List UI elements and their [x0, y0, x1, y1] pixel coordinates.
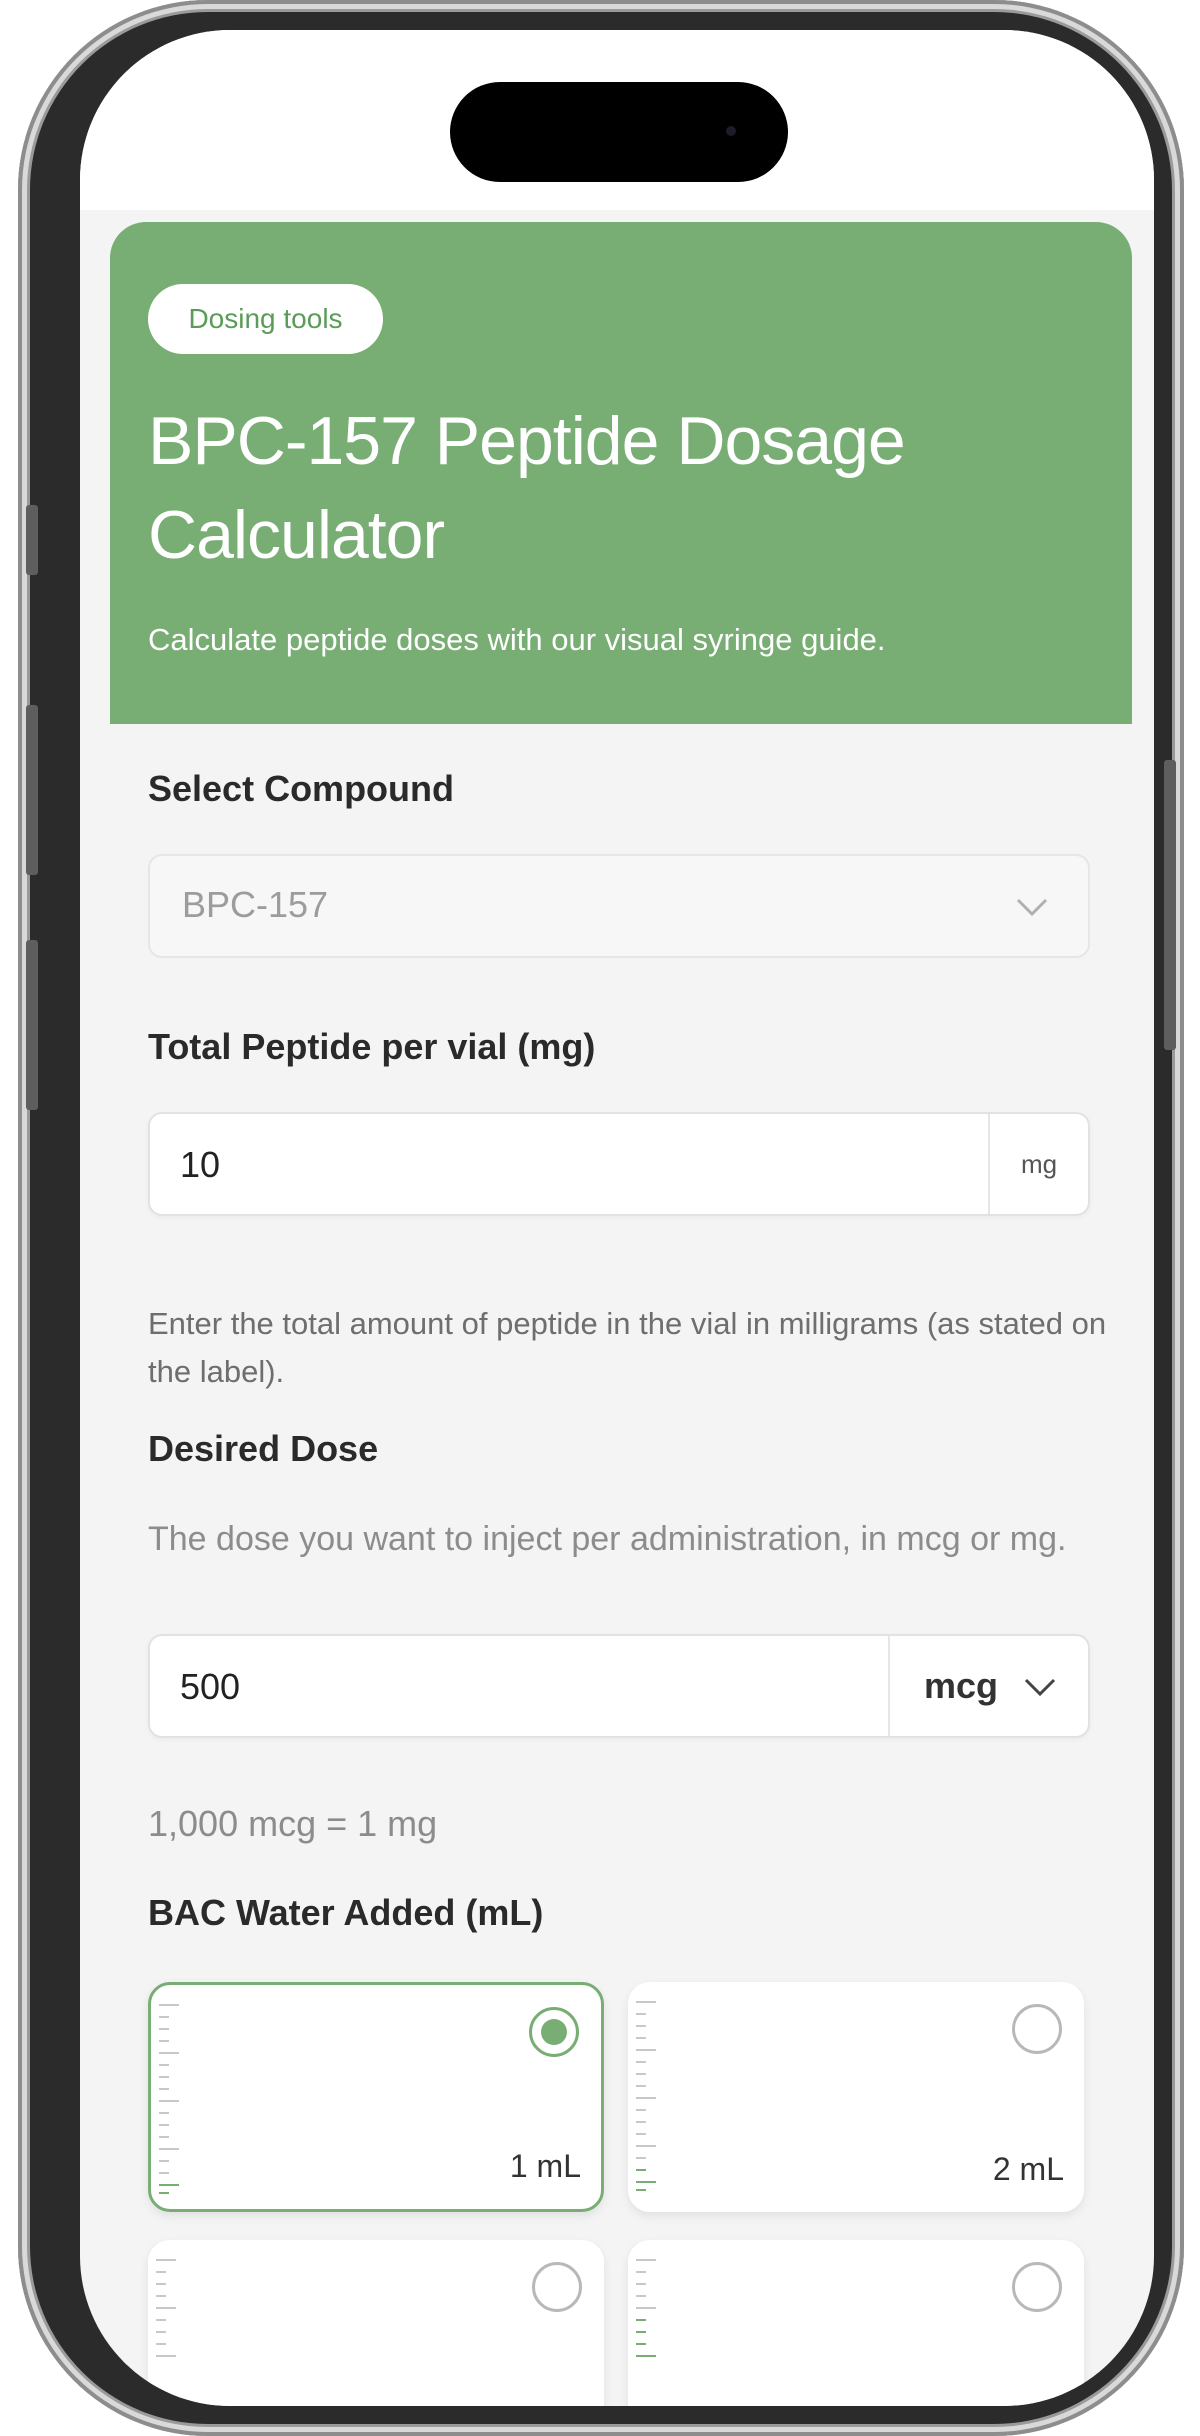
- dose-unit-value: mcg: [924, 1665, 999, 1706]
- syringe-scale-icon: [634, 2250, 664, 2406]
- hero-card: Dosing tools BPC-157 Peptide Dosage Calc…: [110, 222, 1132, 724]
- category-badge[interactable]: Dosing tools: [148, 284, 383, 354]
- desired-dose-label: Desired Dose: [148, 1428, 379, 1469]
- compound-select-value: BPC-157: [182, 884, 329, 925]
- desired-dose-field: mcg: [148, 1634, 1090, 1738]
- bac-water-label: BAC Water Added (mL): [148, 1892, 544, 1933]
- camera-icon: [726, 126, 736, 136]
- volume-up-button: [26, 705, 38, 875]
- chevron-down-icon: [1020, 1666, 1060, 1706]
- bac-option-2ml[interactable]: 2 mL: [628, 1982, 1084, 2212]
- desired-dose-helper: The dose you want to inject per administ…: [148, 1520, 1067, 1558]
- page-subtitle: Calculate peptide doses with our visual …: [148, 622, 886, 657]
- syringe-scale-icon: [634, 1992, 664, 2202]
- dose-unit-select[interactable]: mcg: [888, 1636, 1088, 1736]
- bac-option-4[interactable]: [628, 2240, 1084, 2406]
- page-title: BPC-157 Peptide Dosage Calculator: [148, 403, 906, 573]
- phone-frame: Dosing tools BPC-157 Peptide Dosage Calc…: [18, 0, 1184, 2436]
- volume-down-button: [26, 940, 38, 1110]
- bac-option-3[interactable]: [148, 2240, 604, 2406]
- compound-select[interactable]: BPC-157: [148, 854, 1090, 958]
- syringe-scale-icon: [154, 2250, 184, 2406]
- total-peptide-helper: Enter the total amount of peptide in the…: [148, 1306, 1107, 1389]
- power-button: [1164, 760, 1176, 1050]
- syringe-scale-icon: [157, 1995, 187, 2205]
- bac-option-1ml-radio[interactable]: [529, 2007, 579, 2057]
- bac-option-3-radio[interactable]: [532, 2262, 582, 2312]
- dynamic-island: [450, 82, 788, 182]
- bac-option-label: 2 mL: [992, 2151, 1064, 2187]
- unit-conversion-note: 1,000 mcg = 1 mg: [148, 1803, 438, 1844]
- bac-option-4-radio[interactable]: [1012, 2262, 1062, 2312]
- screen: Dosing tools BPC-157 Peptide Dosage Calc…: [80, 30, 1154, 2406]
- total-peptide-input[interactable]: [180, 1136, 780, 1194]
- bac-option-label: 1 mL: [509, 2148, 581, 2184]
- compound-label: Select Compound: [148, 768, 455, 809]
- action-button: [26, 505, 38, 575]
- total-peptide-field: mg: [148, 1112, 1090, 1216]
- chevron-down-icon: [1012, 886, 1052, 926]
- total-peptide-label: Total Peptide per vial (mg): [148, 1026, 596, 1067]
- bac-option-2ml-radio[interactable]: [1012, 2004, 1062, 2054]
- bac-option-1ml[interactable]: 1 mL: [148, 1982, 604, 2212]
- total-peptide-unit: mg: [988, 1114, 1088, 1214]
- desired-dose-input[interactable]: [180, 1658, 780, 1716]
